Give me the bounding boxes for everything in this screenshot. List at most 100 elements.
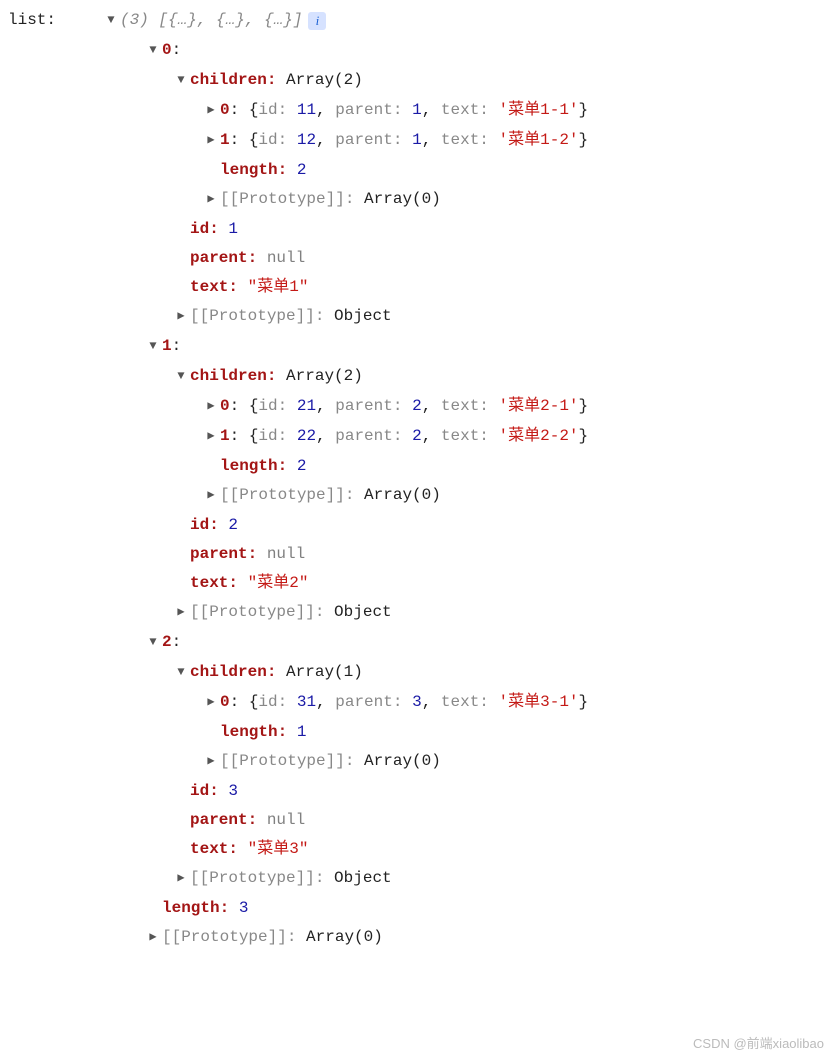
child-text-key: text:: [441, 96, 489, 125]
child-text: '菜单1-2': [499, 126, 579, 155]
expand-right-icon[interactable]: ▶: [204, 392, 218, 421]
children-row[interactable]: ▼children: Array(1): [8, 658, 834, 688]
child-index: 1: [220, 422, 230, 451]
child-id-key: id:: [258, 96, 287, 125]
parent-value: null: [267, 806, 305, 835]
children-key: children:: [190, 66, 276, 95]
prototype-key: [[Prototype]]:: [190, 598, 324, 627]
parent-value: null: [267, 244, 305, 273]
child-object-row[interactable]: ▶ 1: { id: 12, parent: 1, text: '菜单1-2' …: [8, 126, 834, 156]
array-count: (3): [120, 6, 149, 35]
item-index-row[interactable]: ▼2:: [8, 628, 834, 658]
child-text: '菜单3-1': [499, 688, 579, 717]
root-row[interactable]: list: ▼ (3) [{…}, {…}, {…}] i: [8, 6, 834, 36]
prototype-value: Array(0): [364, 185, 441, 214]
child-id: 21: [297, 392, 316, 421]
root-label: list:: [8, 6, 104, 35]
expand-right-icon[interactable]: ▶: [174, 864, 188, 893]
expand-down-icon[interactable]: ▼: [174, 658, 188, 687]
prototype-key: [[Prototype]]:: [162, 923, 296, 952]
parent-key: parent:: [190, 244, 257, 273]
child-index: 0: [220, 688, 230, 717]
text-value: "菜单1": [248, 273, 309, 302]
expand-right-icon[interactable]: ▶: [204, 688, 218, 717]
child-object-row[interactable]: ▶ 0: { id: 11, parent: 1, text: '菜单1-1' …: [8, 96, 834, 126]
expand-right-icon[interactable]: ▶: [174, 598, 188, 627]
text-key: text:: [190, 273, 238, 302]
prototype-key: [[Prototype]]:: [190, 302, 324, 331]
children-summary: Array(2): [286, 66, 363, 95]
id-value: 1: [228, 215, 238, 244]
expand-right-icon[interactable]: ▶: [174, 302, 188, 331]
child-parent-key: parent:: [335, 126, 402, 155]
expand-right-icon[interactable]: ▶: [204, 422, 218, 451]
child-parent-key: parent:: [335, 422, 402, 451]
expand-right-icon[interactable]: ▶: [204, 96, 218, 125]
child-parent: 3: [412, 688, 422, 717]
child-index: 0: [220, 392, 230, 421]
prototype-value: Array(0): [306, 923, 383, 952]
prototype-key: [[Prototype]]:: [190, 864, 324, 893]
item-index-row[interactable]: ▼0:: [8, 36, 834, 66]
expand-right-icon[interactable]: ▶: [204, 481, 218, 510]
child-text-key: text:: [441, 126, 489, 155]
child-index: 1: [220, 126, 230, 155]
id-value: 2: [228, 511, 238, 540]
child-object-row[interactable]: ▶ 0: { id: 21, parent: 2, text: '菜单2-1' …: [8, 392, 834, 422]
expand-down-icon[interactable]: ▼: [146, 36, 160, 65]
item-proto-row[interactable]: ▶[[Prototype]]: Object: [8, 598, 834, 628]
child-id: 31: [297, 688, 316, 717]
child-text-key: text:: [441, 422, 489, 451]
text-key: text:: [190, 569, 238, 598]
text-row: text: "菜单1": [8, 273, 834, 302]
expand-down-icon[interactable]: ▼: [174, 362, 188, 391]
expand-down-icon[interactable]: ▼: [146, 332, 160, 361]
child-index: 0: [220, 96, 230, 125]
outer-proto-row[interactable]: ▶[[Prototype]]: Array(0): [8, 923, 834, 953]
length-key: length:: [220, 156, 287, 185]
children-row[interactable]: ▼children: Array(2): [8, 362, 834, 392]
children-proto-row[interactable]: ▶[[Prototype]]: Array(0): [8, 747, 834, 777]
child-text: '菜单2-1': [499, 392, 579, 421]
id-key: id:: [190, 777, 219, 806]
child-id-key: id:: [258, 392, 287, 421]
text-value: "菜单3": [248, 835, 309, 864]
child-id: 11: [297, 96, 316, 125]
parent-value: null: [267, 540, 305, 569]
expand-right-icon[interactable]: ▶: [146, 923, 160, 952]
parent-key: parent:: [190, 540, 257, 569]
info-icon[interactable]: i: [308, 12, 326, 30]
children-length-row: length: 2: [8, 156, 834, 185]
text-key: text:: [190, 835, 238, 864]
prototype-key: [[Prototype]]:: [220, 747, 354, 776]
item-proto-row[interactable]: ▶[[Prototype]]: Object: [8, 864, 834, 894]
item-index: 0: [162, 36, 172, 65]
children-proto-row[interactable]: ▶[[Prototype]]: Array(0): [8, 185, 834, 215]
child-parent: 1: [412, 96, 422, 125]
children-summary: Array(1): [286, 658, 363, 687]
children-length-row: length: 2: [8, 452, 834, 481]
child-object-row[interactable]: ▶ 1: { id: 22, parent: 2, text: '菜单2-2' …: [8, 422, 834, 452]
expand-right-icon[interactable]: ▶: [204, 126, 218, 155]
item-index-row[interactable]: ▼1:: [8, 332, 834, 362]
children-proto-row[interactable]: ▶[[Prototype]]: Array(0): [8, 481, 834, 511]
children-row[interactable]: ▼children: Array(2): [8, 66, 834, 96]
watermark: CSDN @前端xiaolibao: [693, 1037, 824, 1050]
expand-down-icon[interactable]: ▼: [174, 66, 188, 95]
prototype-key: [[Prototype]]:: [220, 481, 354, 510]
text-row: text: "菜单2": [8, 569, 834, 598]
item-proto-row[interactable]: ▶[[Prototype]]: Object: [8, 302, 834, 332]
item-index: 2: [162, 628, 172, 657]
prototype-key: [[Prototype]]:: [220, 185, 354, 214]
children-length: 2: [297, 156, 307, 185]
id-row: id: 3: [8, 777, 834, 806]
expand-right-icon[interactable]: ▶: [204, 747, 218, 776]
child-object-row[interactable]: ▶ 0: { id: 31, parent: 3, text: '菜单3-1' …: [8, 688, 834, 718]
prototype-value: Array(0): [364, 747, 441, 776]
text-value: "菜单2": [248, 569, 309, 598]
expand-down-icon[interactable]: ▼: [146, 628, 160, 657]
child-parent: 2: [412, 392, 422, 421]
expand-right-icon[interactable]: ▶: [204, 185, 218, 214]
array-preview: [{…}, {…}, {…}]: [158, 6, 302, 35]
expand-down-icon[interactable]: ▼: [104, 6, 118, 35]
